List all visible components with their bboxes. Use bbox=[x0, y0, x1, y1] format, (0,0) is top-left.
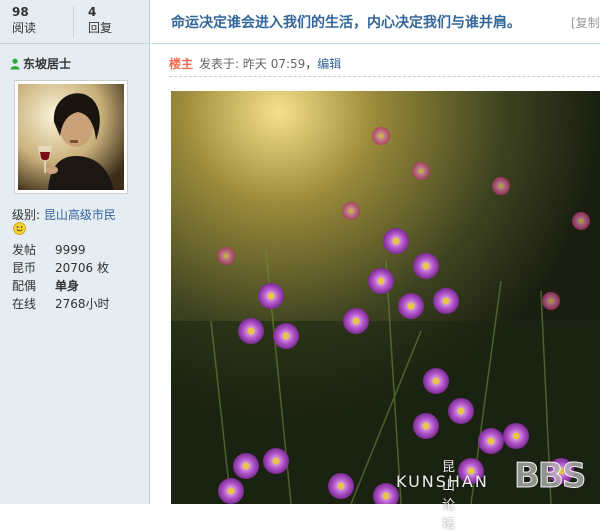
level-label: 级别: bbox=[12, 208, 41, 222]
watermark-cn: 昆山论坛 bbox=[442, 460, 457, 532]
info-key: 发帖 bbox=[12, 243, 37, 257]
info-key: 昆币 bbox=[12, 261, 37, 275]
thread-title: 命运决定谁会进入我们的生活，内心决定我们与谁并肩。 bbox=[171, 15, 521, 31]
meta-divider bbox=[169, 76, 600, 78]
info-row-online: 在线 2768小时 bbox=[12, 295, 110, 313]
post-image[interactable] bbox=[171, 91, 600, 504]
thread-title-bar: 命运决定谁会进入我们的生活，内心决定我们与谁并肩。 [复制 bbox=[151, 0, 600, 44]
thread-stats: 98 阅读 4 回复 bbox=[0, 0, 149, 44]
info-row-posts: 发帖 9999 bbox=[12, 241, 110, 259]
stats-divider bbox=[73, 6, 74, 38]
info-row-coins: 昆币 20706 枚 bbox=[12, 259, 110, 277]
info-key: 在线 bbox=[12, 297, 37, 311]
info-value: 20706 枚 bbox=[55, 261, 109, 275]
smiley-icon bbox=[13, 222, 26, 235]
replies-label: 回复 bbox=[88, 21, 113, 35]
online-user-icon bbox=[10, 58, 20, 69]
post-time: 发表于: 昨天 07:59 bbox=[199, 57, 306, 71]
profile-info: 发帖 9999 昆币 20706 枚 配偶 单身 在线 2768小时 bbox=[12, 241, 110, 313]
avatar-frame[interactable] bbox=[14, 80, 128, 194]
post-meta: 楼主 发表于: 昨天 07:59，编辑 bbox=[169, 55, 341, 72]
author-line: 东坡居士 bbox=[10, 55, 71, 72]
level-value[interactable]: 昆山高级市民 bbox=[44, 208, 116, 222]
views-label: 阅读 bbox=[12, 21, 37, 35]
views-stat: 98 阅读 bbox=[12, 4, 36, 37]
replies-stat: 4 回复 bbox=[88, 4, 112, 37]
watermark-bbs: BBS bbox=[513, 456, 586, 497]
author-sidebar: 98 阅读 4 回复 东坡居士 级别: 昆山高级市民 发帖 9999 昆币 20… bbox=[0, 0, 150, 504]
meta-separator: ， bbox=[305, 57, 318, 71]
info-value: 9999 bbox=[55, 243, 86, 257]
info-value: 2768小时 bbox=[55, 297, 110, 311]
replies-count: 4 bbox=[88, 5, 97, 19]
info-value: 单身 bbox=[55, 279, 80, 293]
watermark-en: KUNSHAN bbox=[396, 472, 489, 491]
copy-link[interactable]: [复制 bbox=[571, 14, 600, 31]
views-count: 98 bbox=[12, 5, 29, 19]
info-row-spouse: 配偶 单身 bbox=[12, 277, 110, 295]
info-key: 配偶 bbox=[12, 279, 37, 293]
thread-starter-badge: 楼主 bbox=[169, 57, 194, 71]
member-level: 级别: 昆山高级市民 bbox=[12, 206, 116, 223]
avatar[interactable] bbox=[18, 84, 124, 190]
author-name[interactable]: 东坡居士 bbox=[23, 55, 71, 72]
edit-link[interactable]: 编辑 bbox=[317, 57, 341, 71]
